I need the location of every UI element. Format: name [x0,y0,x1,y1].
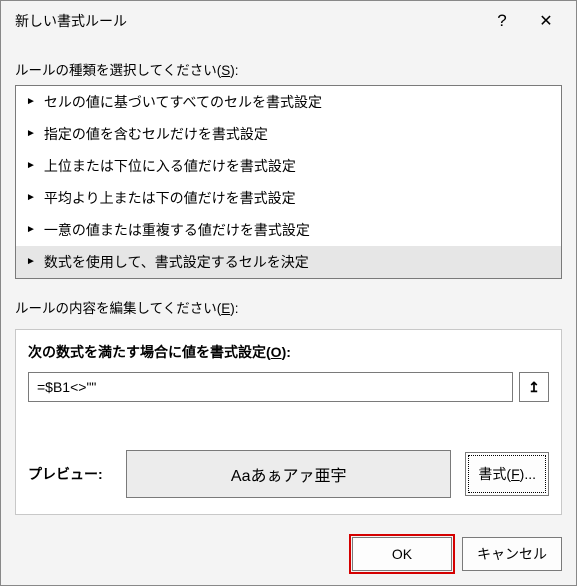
collapse-icon: ↥ [528,379,540,396]
close-button[interactable]: ✕ [524,5,568,37]
rule-arrow-icon: ► [26,161,36,171]
dialog-new-format-rule: 新しい書式ルール ? ✕ ルールの種類を選択してください(S): ► セルの値に… [0,0,577,586]
rule-arrow-icon: ► [26,193,36,203]
rule-type-item-label: 平均より上または下の値だけを書式設定 [44,188,296,208]
formula-input[interactable] [28,372,513,402]
preview-box: Aaあぁアァ亜宇 [126,450,451,498]
dialog-footer: OK キャンセル [1,523,576,585]
rule-type-item[interactable]: ► 数式を使用して、書式設定するセルを決定 [16,246,561,278]
rule-type-item-label: 数式を使用して、書式設定するセルを決定 [44,252,309,272]
refedit-button[interactable]: ↥ [519,372,549,402]
rule-edit-label: ルールの内容を編集してください(E): [15,297,562,317]
preview-label: プレビュー: [28,464,112,484]
preview-sample-text: Aaあぁアァ亜宇 [231,462,347,486]
rule-type-item[interactable]: ► 上位または下位に入る値だけを書式設定 [16,150,561,182]
help-button[interactable]: ? [480,5,524,37]
rule-type-item-label: 上位または下位に入る値だけを書式設定 [44,156,296,176]
rule-type-item[interactable]: ► 指定の値を含むセルだけを書式設定 [16,118,561,150]
rule-type-item-label: セルの値に基づいてすべてのセルを書式設定 [44,92,322,112]
rule-arrow-icon: ► [26,129,36,139]
rule-arrow-icon: ► [26,225,36,235]
format-button[interactable]: 書式(F)... [465,452,549,496]
formula-title: 次の数式を満たす場合に値を書式設定(O): [28,342,549,362]
rule-edit-group: 次の数式を満たす場合に値を書式設定(O): ↥ プレビュー: Aaあぁアァ亜宇 … [15,329,562,515]
rule-arrow-icon: ► [26,257,36,267]
rule-type-item[interactable]: ► セルの値に基づいてすべてのセルを書式設定 [16,86,561,118]
rule-type-label: ルールの種類を選択してください(S): [15,59,562,79]
rule-type-item-label: 指定の値を含むセルだけを書式設定 [44,124,268,144]
rule-type-item-label: 一意の値または重複する値だけを書式設定 [44,220,310,240]
preview-row: プレビュー: Aaあぁアァ亜宇 書式(F)... [28,450,549,498]
dialog-body: ルールの種類を選択してください(S): ► セルの値に基づいてすべてのセルを書式… [1,41,576,523]
formula-row: ↥ [28,372,549,402]
ok-button[interactable]: OK [352,537,452,571]
rule-type-list[interactable]: ► セルの値に基づいてすべてのセルを書式設定 ► 指定の値を含むセルだけを書式設… [15,85,562,279]
titlebar: 新しい書式ルール ? ✕ [1,1,576,41]
rule-arrow-icon: ► [26,97,36,107]
dialog-title: 新しい書式ルール [15,11,480,31]
rule-type-item[interactable]: ► 一意の値または重複する値だけを書式設定 [16,214,561,246]
cancel-button[interactable]: キャンセル [462,537,562,571]
rule-type-item[interactable]: ► 平均より上または下の値だけを書式設定 [16,182,561,214]
